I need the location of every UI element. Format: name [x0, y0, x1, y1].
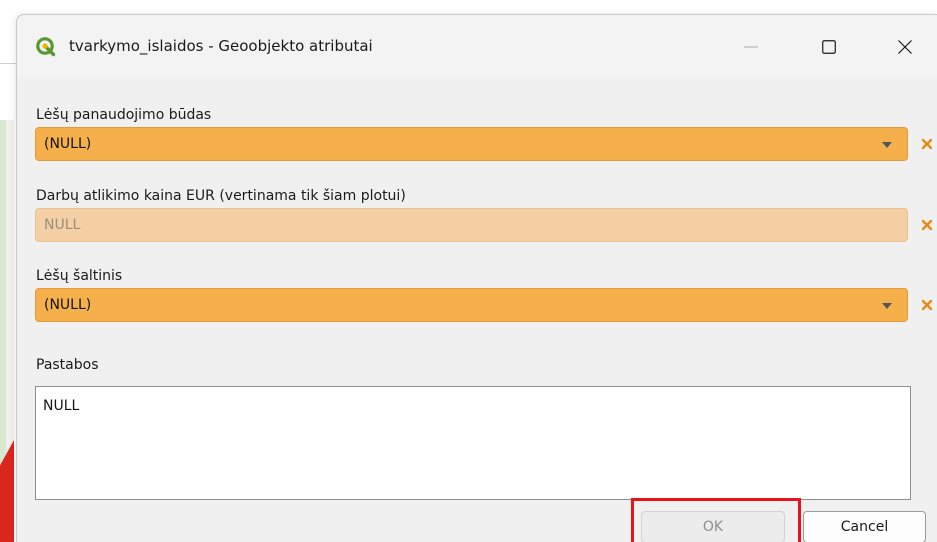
close-icon: [898, 40, 912, 54]
ok-button-highlight: [631, 498, 801, 542]
clear-value-icon[interactable]: [920, 298, 934, 312]
minimize-icon: [744, 46, 758, 48]
cancel-button[interactable]: Cancel: [803, 511, 926, 542]
dropdown-arrow-icon: [882, 303, 892, 309]
source-combobox-value: (NULL): [44, 297, 92, 313]
notes-textarea-value: NULL: [43, 398, 80, 414]
usage-combobox[interactable]: (NULL): [35, 127, 908, 161]
feature-attributes-dialog: tvarkymo_islaidos - Geoobjekto atributai: [16, 14, 937, 542]
cost-input[interactable]: NULL: [35, 208, 908, 242]
close-button[interactable]: [882, 27, 928, 67]
attribute-form: Lėšų panaudojimo būdas (NULL) Darbų atli…: [17, 78, 937, 542]
background-separator: [0, 63, 16, 64]
qgis-logo-icon: [36, 37, 56, 57]
window-title: tvarkymo_islaidos - Geoobjekto atributai: [69, 37, 373, 55]
clear-value-icon[interactable]: [920, 218, 934, 232]
screen: tvarkymo_islaidos - Geoobjekto atributai: [0, 0, 937, 542]
field-label-source: Lėšų šaltinis: [36, 268, 123, 284]
maximize-icon: [822, 40, 836, 54]
cost-input-placeholder: NULL: [44, 217, 81, 233]
dropdown-arrow-icon: [882, 142, 892, 148]
minimize-button[interactable]: [728, 27, 774, 67]
title-bar[interactable]: tvarkymo_islaidos - Geoobjekto atributai: [17, 15, 937, 78]
usage-combobox-value: (NULL): [44, 136, 92, 152]
notes-textarea[interactable]: NULL: [35, 386, 911, 500]
field-label-cost: Darbų atlikimo kaina EUR (vertinama tik …: [36, 188, 406, 204]
clear-value-icon[interactable]: [920, 137, 934, 151]
maximize-button[interactable]: [806, 27, 852, 67]
field-label-notes: Pastabos: [36, 357, 99, 373]
source-combobox[interactable]: (NULL): [35, 288, 908, 322]
field-label-usage: Lėšų panaudojimo būdas: [36, 107, 212, 123]
